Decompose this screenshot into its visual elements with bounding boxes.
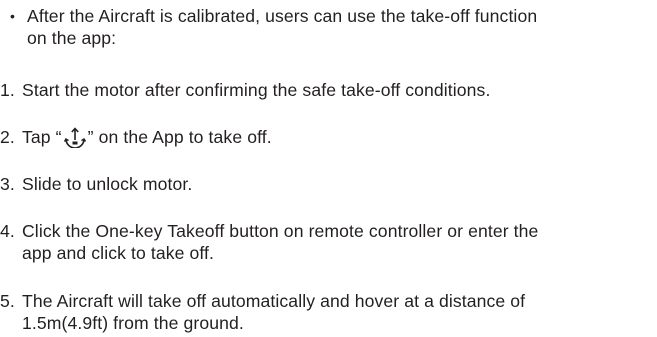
intro-paragraph: • After the Aircraft is calibrated, user… (0, 5, 657, 49)
step-text-line-1: Click the One-key Takeoff button on remo… (22, 220, 657, 242)
step-2: 2. Tap “ ” on the App to take off. (0, 126, 657, 148)
intro-line-2: on the app: (27, 27, 657, 49)
step-number: 3. (0, 173, 20, 195)
step-text-after-icon: ” on the App to take off. (88, 127, 272, 147)
bullet-marker: • (10, 5, 30, 27)
step-text-before-icon: Tap “ (22, 127, 62, 147)
step-number: 1. (0, 79, 20, 101)
step-4: 4. Click the One-key Takeoff button on r… (0, 220, 657, 264)
takeoff-icon (62, 126, 88, 148)
step-text: Tap “ ” on the App to take off. (22, 126, 657, 148)
step-text: Slide to unlock motor. (22, 173, 657, 195)
instruction-page: • After the Aircraft is calibrated, user… (0, 0, 657, 337)
intro-line-1: After the Aircraft is calibrated, users … (27, 5, 657, 27)
step-text-line-2: 1.5m(4.9ft) from the ground. (22, 312, 657, 334)
step-1: 1. Start the motor after confirming the … (0, 79, 657, 101)
step-number: 4. (0, 220, 20, 242)
step-3: 3. Slide to unlock motor. (0, 173, 657, 195)
step-number: 5. (0, 290, 20, 312)
step-text: Start the motor after confirming the saf… (22, 79, 657, 101)
step-number: 2. (0, 126, 20, 148)
step-text-line-2: app and click to take off. (22, 242, 657, 264)
step-5: 5. The Aircraft will take off automatica… (0, 290, 657, 334)
step-text-line-1: The Aircraft will take off automatically… (22, 290, 657, 312)
